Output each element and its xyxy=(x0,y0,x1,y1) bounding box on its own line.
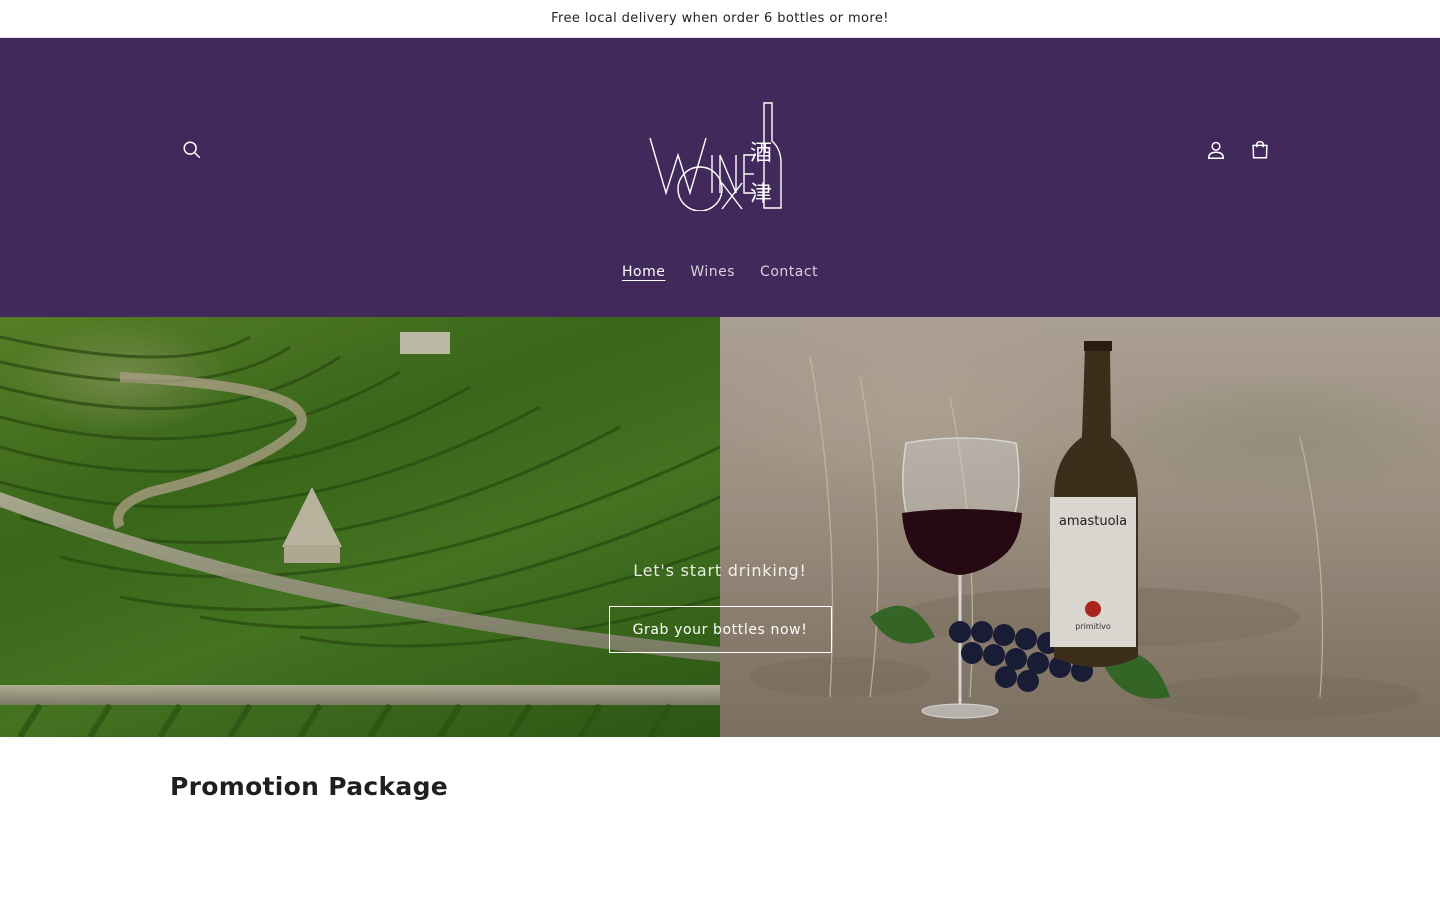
search-button[interactable] xyxy=(178,136,206,164)
hero-overlay xyxy=(0,317,1440,737)
site-header: 酒 津 Home Wines Contact xyxy=(0,38,1440,317)
nav-contact[interactable]: Contact xyxy=(760,264,818,280)
section-title-promotion-package: Promotion Package xyxy=(170,772,449,801)
hero-banner: amastuola primitivo Let's start drinking… xyxy=(0,317,1440,737)
cart-button[interactable] xyxy=(1246,136,1274,164)
logo[interactable]: 酒 津 xyxy=(640,93,790,212)
announcement-bar: Free local delivery when order 6 bottles… xyxy=(0,0,1440,38)
logo-char-1: 酒 xyxy=(750,141,772,166)
account-button[interactable] xyxy=(1202,136,1230,164)
shop-now-button[interactable]: Grab your bottles now! xyxy=(608,606,832,653)
cart-icon xyxy=(1252,141,1268,159)
nav-home[interactable]: Home xyxy=(622,264,665,280)
nav-wines[interactable]: Wines xyxy=(690,264,735,280)
hero-tagline: Let's start drinking! xyxy=(633,561,807,580)
main-nav: Home Wines Contact xyxy=(0,264,1440,280)
search-icon xyxy=(183,141,201,159)
account-icon xyxy=(1207,141,1225,159)
logo-char-2: 津 xyxy=(750,182,772,207)
hero-content: Let's start drinking! Grab your bottles … xyxy=(0,561,1440,653)
announcement-text: Free local delivery when order 6 bottles… xyxy=(551,11,889,26)
